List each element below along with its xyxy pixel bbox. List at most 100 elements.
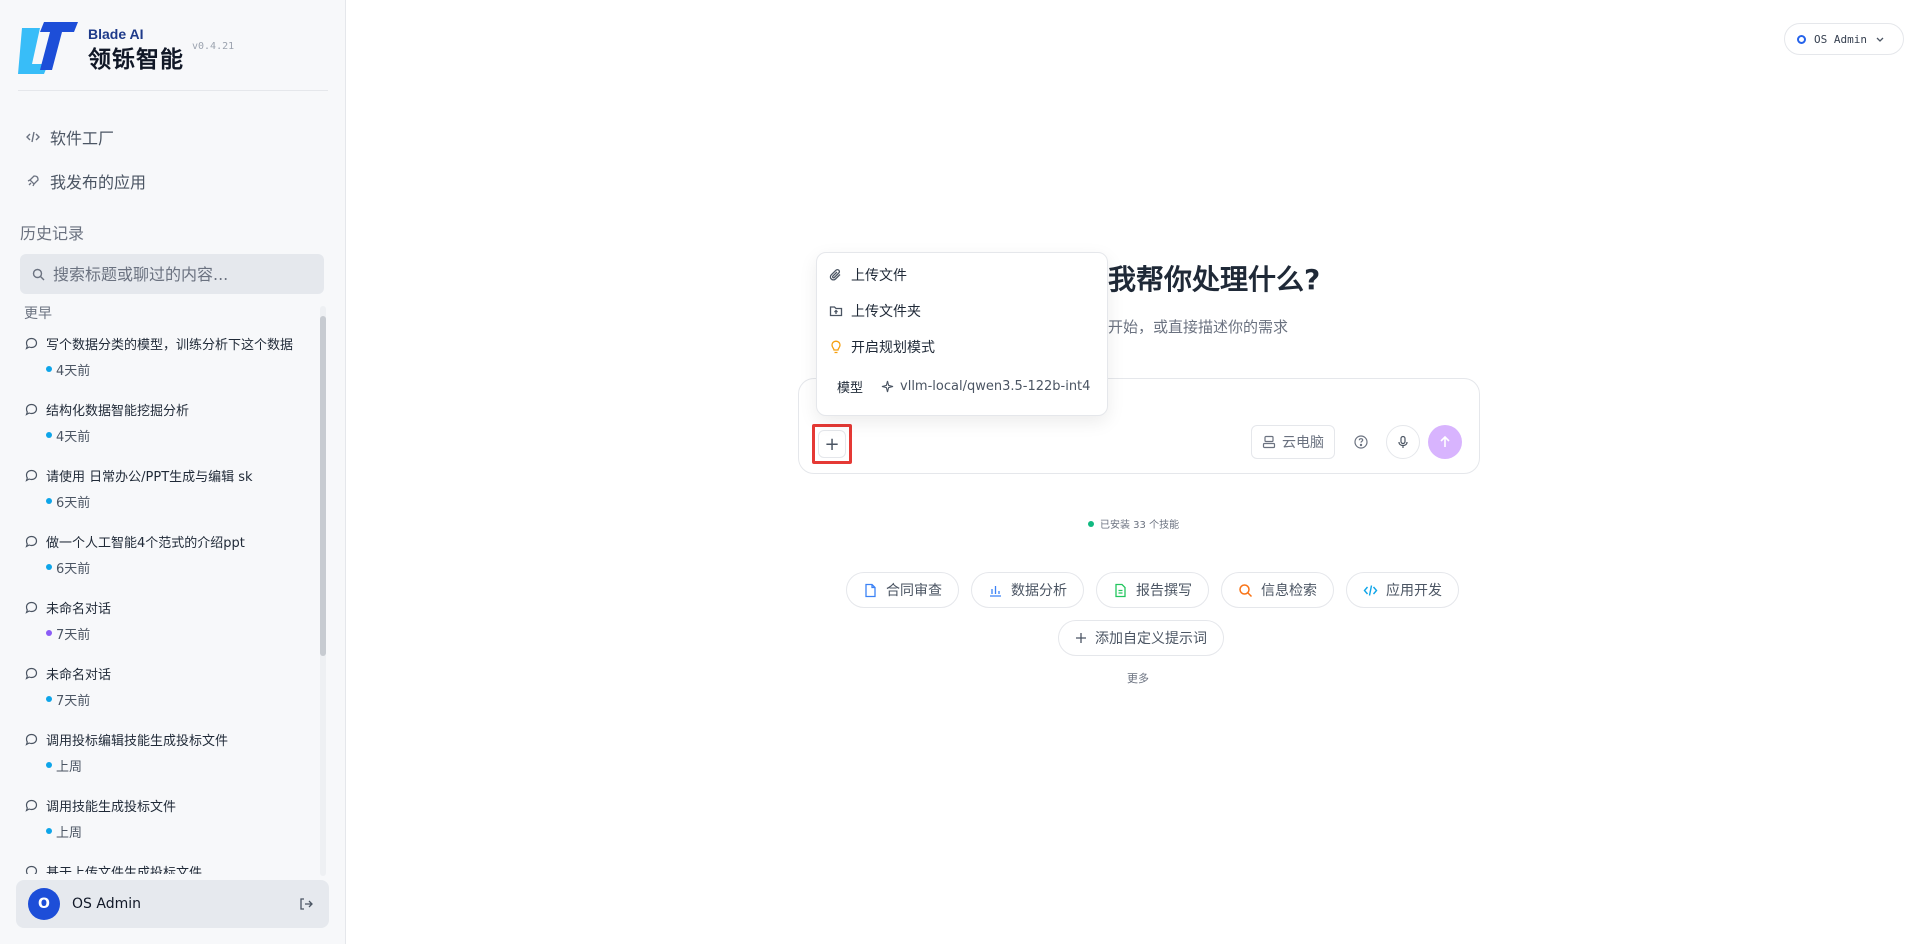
help-icon xyxy=(1354,435,1368,449)
history-scrollbar[interactable] xyxy=(320,306,326,876)
history-item-time: 6天前 xyxy=(56,496,91,511)
skills-status: 已安装 33 个技能 xyxy=(1088,516,1179,531)
avatar: O xyxy=(28,888,60,920)
add-custom-prompt-button[interactable]: 添加自定义提示词 xyxy=(1058,620,1224,656)
model-value: vllm-local/qwen3.5-122b-int4 xyxy=(900,379,1091,394)
cloud-pc-icon xyxy=(1262,435,1276,449)
status-dot xyxy=(1088,520,1094,527)
cloud-pc-button[interactable]: 云电脑 xyxy=(1251,425,1335,459)
voice-input-button[interactable] xyxy=(1386,425,1420,459)
plus-icon: + xyxy=(818,430,846,458)
version-label: v0.4.21 xyxy=(192,41,235,52)
history-item[interactable]: 结构化数据智能挖掘分析 4天前 xyxy=(0,392,326,458)
account-label: OS Admin xyxy=(1814,32,1867,46)
paperclip-icon xyxy=(829,268,841,281)
history-search-input[interactable] xyxy=(53,264,303,284)
chip-info-search[interactable]: 信息检索 xyxy=(1221,572,1334,608)
history-item[interactable]: 未命名对话 7天前 xyxy=(0,590,326,656)
history-title: 历史记录 xyxy=(20,224,85,243)
chat-bubble-icon xyxy=(25,601,38,614)
account-menu[interactable]: OS Admin xyxy=(1784,23,1904,55)
history-search[interactable] xyxy=(20,254,324,294)
model-selector[interactable]: vllm-local/qwen3.5-122b-int4 xyxy=(881,379,1090,394)
logout-icon[interactable] xyxy=(299,897,313,911)
history-item-title: 未命名对话 xyxy=(46,668,112,683)
history-item[interactable]: 调用投标编辑技能生成投标文件 上周 xyxy=(0,722,326,788)
quick-prompts: 合同审查 数据分析 报告撰写 信息检索 应用开发 xyxy=(846,572,1459,608)
more-link[interactable]: 更多 xyxy=(1127,670,1149,686)
chat-bubble-icon xyxy=(25,337,38,350)
history-item-title: 基于上传文件生成投标文件 xyxy=(46,866,203,874)
chat-bubble-icon xyxy=(25,469,38,482)
lightbulb-icon xyxy=(831,340,841,354)
attach-menu: 上传文件 上传文件夹 开启规划模式 模型 vllm-local/qwen3.5-… xyxy=(816,252,1108,416)
chat-bubble-icon xyxy=(25,733,38,746)
history-item[interactable]: 未命名对话 7天前 xyxy=(0,656,326,722)
folder-upload-icon xyxy=(829,306,843,317)
chip-label: 合同审查 xyxy=(886,583,942,599)
history-list: 写个数据分类的模型，训练分析下这个数据 4天前 结构化数据智能挖掘分析 4天前 … xyxy=(0,326,326,874)
chip-report-writing[interactable]: 报告撰写 xyxy=(1096,572,1209,608)
code-icon xyxy=(1363,584,1378,596)
status-dot xyxy=(46,498,52,504)
history-item[interactable]: 做一个人工智能4个范式的介绍ppt 6天前 xyxy=(0,524,326,590)
history-item[interactable]: 请使用 日常办公/PPT生成与编辑 sk 6天前 xyxy=(0,458,326,524)
history-item-title: 未命名对话 xyxy=(46,602,112,617)
history-item[interactable]: 调用技能生成投标文件 上周 xyxy=(0,788,326,854)
chip-contract-review[interactable]: 合同审查 xyxy=(846,572,959,608)
rocket-icon xyxy=(27,175,39,187)
history-item-time: 7天前 xyxy=(56,694,91,709)
sidebar: Blade AI 领铄智能 v0.4.21 软件工厂 我发布的应用 历史记录 更… xyxy=(0,0,346,944)
history-item-time: 上周 xyxy=(56,826,83,841)
status-dot xyxy=(46,432,52,438)
blade-ai-logo xyxy=(18,22,78,74)
history-item-title: 写个数据分类的模型，训练分析下这个数据 xyxy=(46,338,294,353)
document-icon xyxy=(1115,583,1126,597)
nav-my-apps[interactable]: 我发布的应用 xyxy=(26,166,146,196)
history-item-title: 调用技能生成投标文件 xyxy=(46,800,177,815)
chip-label: 信息检索 xyxy=(1261,583,1317,599)
code-icon xyxy=(26,131,40,143)
menu-plan-mode[interactable]: 开启规划模式 xyxy=(829,335,935,359)
chat-bubble-icon xyxy=(25,667,38,680)
status-dot xyxy=(46,564,52,570)
model-label: 模型 xyxy=(837,381,864,396)
status-ring-icon xyxy=(1797,34,1806,44)
brand-name-cn: 领铄智能 xyxy=(88,47,184,73)
chip-data-analysis[interactable]: 数据分析 xyxy=(971,572,1084,608)
menu-item-label: 开启规划模式 xyxy=(851,340,935,356)
chat-bubble-icon xyxy=(25,535,38,548)
sparkle-icon xyxy=(881,380,894,393)
chat-bubble-icon xyxy=(25,865,38,874)
menu-item-label: 上传文件 xyxy=(851,268,907,284)
search-icon xyxy=(32,268,45,280)
history-item[interactable]: 基于上传文件生成投标文件 xyxy=(0,854,326,874)
scrollbar-thumb[interactable] xyxy=(320,316,326,656)
contract-icon xyxy=(865,583,876,597)
history-item-title: 结构化数据智能挖掘分析 xyxy=(46,404,190,419)
chip-label: 数据分析 xyxy=(1011,583,1067,599)
nav-label: 我发布的应用 xyxy=(50,173,147,192)
add-prompt-label: 添加自定义提示词 xyxy=(1095,631,1207,647)
bar-chart-icon xyxy=(990,585,1001,597)
history-group-label: 更早 xyxy=(24,306,52,322)
attach-plus-button[interactable]: + xyxy=(812,424,852,464)
chevron-down-icon xyxy=(1876,37,1884,42)
history-item-time: 4天前 xyxy=(56,430,91,445)
page-subline: 开始，或直接描述你的需求 xyxy=(1108,318,1289,336)
menu-upload-file[interactable]: 上传文件 xyxy=(829,263,907,287)
history-item-time: 4天前 xyxy=(56,364,91,379)
chip-app-dev[interactable]: 应用开发 xyxy=(1346,572,1459,608)
history-item[interactable]: 写个数据分类的模型，训练分析下这个数据 4天前 xyxy=(0,326,326,392)
status-dot xyxy=(46,762,52,768)
chip-label: 报告撰写 xyxy=(1136,583,1192,599)
menu-upload-folder[interactable]: 上传文件夹 xyxy=(829,299,921,323)
search-icon xyxy=(1239,583,1253,597)
skills-text: 已安装 33 个技能 xyxy=(1100,520,1180,531)
history-item-title: 做一个人工智能4个范式的介绍ppt xyxy=(46,536,245,551)
user-card[interactable]: O OS Admin xyxy=(16,880,329,928)
send-button[interactable] xyxy=(1428,425,1462,459)
page-headline: 我帮你处理什么? xyxy=(1108,263,1321,296)
nav-software-factory[interactable]: 软件工厂 xyxy=(26,122,114,152)
help-button[interactable] xyxy=(1350,431,1372,453)
